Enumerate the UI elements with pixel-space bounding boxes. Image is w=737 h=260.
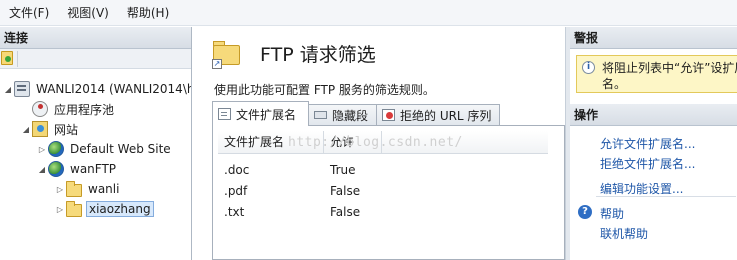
cell-allowed: True	[330, 163, 356, 177]
tab-file-extensions[interactable]: 文件扩展名	[212, 101, 309, 126]
cell-allowed: False	[330, 205, 361, 219]
actions-header-wrap: 操作	[570, 104, 737, 126]
edit-feature-settings-link[interactable]: 编辑功能设置...	[600, 180, 683, 197]
collapse-arrow-icon[interactable]: ◢	[36, 165, 48, 174]
tab-denied-url-sequences[interactable]: 拒绝的 URL 序列	[376, 104, 500, 125]
cell-allowed: False	[330, 184, 361, 198]
actions-separator	[596, 196, 736, 197]
cell-extension: .pdf	[224, 184, 248, 198]
folder-icon	[66, 180, 82, 197]
globe-icon	[48, 141, 64, 157]
alert-text: 将阻止列表中“允许”设扩展名。	[602, 61, 737, 91]
tab-hidden-segments[interactable]: 隐藏段	[308, 104, 377, 125]
menu-file[interactable]: 文件(F)	[0, 0, 58, 26]
tree-node-folder-wanli[interactable]: ▷ wanli	[54, 179, 121, 199]
connections-header: 连接	[0, 27, 191, 49]
tree-label-folder-xiaozhang: xiaozhang	[86, 201, 154, 217]
grid-header: 文件扩展名 允许 http://blog.csdn.net/	[218, 131, 548, 154]
segment-icon	[314, 111, 327, 119]
page-description: 使用此功能可配置 FTP 服务的筛选规则。	[214, 83, 435, 97]
extensions-grid: 文件扩展名 允许 http://blog.csdn.net/ .doc True…	[212, 125, 565, 260]
connections-panel: 连接 ◢ WANLI2014 (WANLI2014\h 应用程序池 ◢ 网站 ▷…	[0, 27, 192, 260]
deny-extension-link[interactable]: 拒绝文件扩展名...	[600, 155, 695, 172]
watermark-text: http://blog.csdn.net/	[288, 135, 463, 150]
expand-arrow-icon[interactable]: ▷	[36, 145, 48, 154]
page-title: FTP 请求筛选	[260, 44, 376, 66]
folder-icon	[66, 200, 82, 217]
actions-header: 操作	[570, 104, 737, 126]
expand-arrow-icon[interactable]: ▷	[54, 205, 66, 214]
expand-arrow-icon[interactable]: ▷	[54, 185, 66, 194]
tree-node-folder-xiaozhang[interactable]: ▷ xiaozhang	[54, 199, 154, 219]
table-row[interactable]: .pdf False	[218, 181, 548, 202]
tree-label-server: WANLI2014 (WANLI2014\h	[36, 82, 192, 96]
tree-node-server[interactable]: ◢ WANLI2014 (WANLI2014\h	[2, 79, 192, 99]
menu-help[interactable]: 帮助(H)	[118, 0, 178, 26]
tree-node-ftp-site[interactable]: ◢ wanFTP	[36, 159, 118, 179]
sites-icon	[32, 121, 48, 137]
connections-toolbar	[0, 49, 191, 69]
table-row[interactable]: .txt False	[218, 202, 548, 223]
tree-label-sites: 网站	[54, 122, 79, 137]
deny-icon	[382, 109, 395, 121]
tree-label-folder-wanli: wanli	[88, 182, 120, 196]
tree-node-default-site[interactable]: ▷ Default Web Site	[36, 139, 173, 159]
alerts-header: 警报	[570, 27, 737, 49]
table-row[interactable]: .doc True	[218, 160, 548, 181]
allow-extension-link[interactable]: 允许文件扩展名...	[600, 135, 695, 152]
globe-icon	[48, 161, 64, 177]
help-icon: ?	[578, 205, 592, 219]
server-icon	[14, 81, 30, 97]
menu-bar: 文件(F) 视图(V) 帮助(H)	[0, 0, 737, 26]
document-icon	[218, 108, 231, 120]
tree-node-sites[interactable]: ◢ 网站	[20, 119, 80, 139]
tree-label-ftp-site: wanFTP	[70, 162, 117, 176]
ftp-folder-icon: ↗	[212, 39, 242, 69]
menu-view[interactable]: 视图(V)	[58, 0, 118, 26]
tab-label: 隐藏段	[332, 108, 369, 123]
actions-panel: 警报 i 将阻止列表中“允许”设扩展名。 操作 允许文件扩展名... 拒绝文件扩…	[570, 27, 737, 260]
info-icon: i	[582, 61, 595, 74]
new-connection-icon[interactable]	[1, 51, 13, 65]
tab-label: 拒绝的 URL 序列	[400, 108, 492, 123]
collapse-arrow-icon[interactable]: ◢	[20, 125, 32, 134]
cell-extension: .txt	[224, 205, 245, 219]
online-help-link[interactable]: 联机帮助	[600, 225, 648, 242]
collapse-arrow-icon[interactable]: ◢	[2, 85, 14, 94]
alert-box: i 将阻止列表中“允许”设扩展名。	[576, 55, 737, 93]
help-link[interactable]: 帮助	[600, 205, 624, 222]
feature-panel: ↗ FTP 请求筛选 使用此功能可配置 FTP 服务的筛选规则。 文件扩展名 隐…	[200, 27, 565, 260]
tree-label-default-site: Default Web Site	[70, 142, 171, 156]
tree-label-app-pools: 应用程序池	[54, 102, 115, 117]
tab-label: 文件扩展名	[236, 107, 297, 122]
cell-extension: .doc	[224, 163, 250, 177]
app-pool-icon	[32, 101, 48, 117]
toolbar-separator	[17, 51, 18, 67]
tree-node-app-pools[interactable]: 应用程序池	[20, 99, 116, 119]
